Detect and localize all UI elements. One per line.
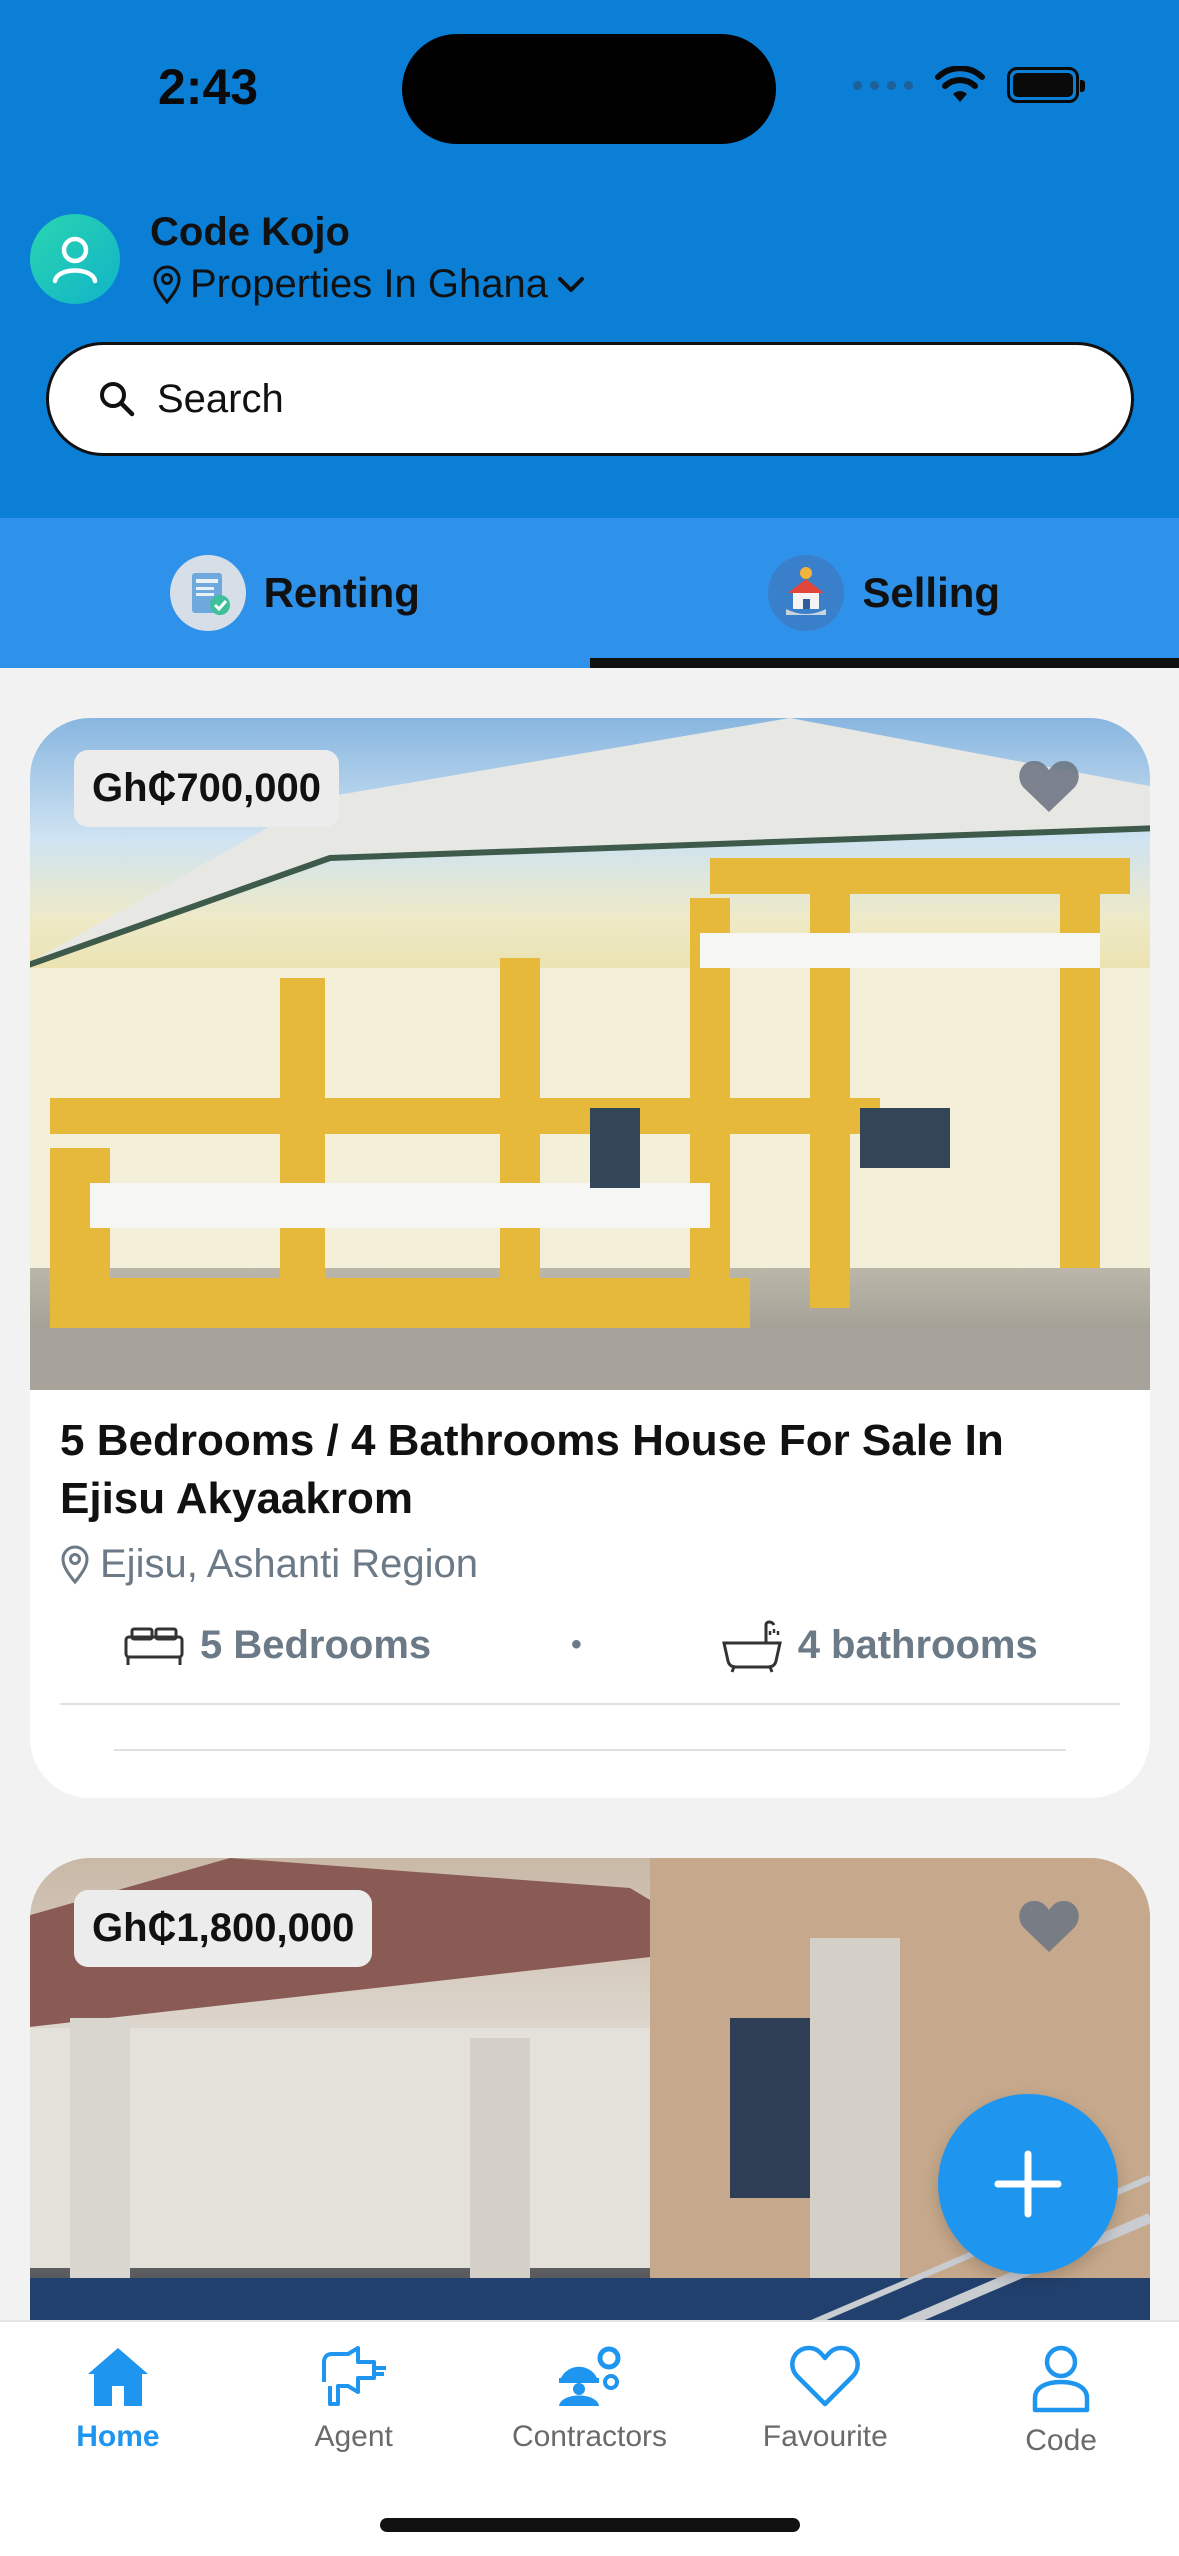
- app-header: 2:43 Code Kojo Properties In Ghana Searc…: [0, 0, 1179, 518]
- bathrooms-text: 4 bathrooms: [797, 1622, 1038, 1667]
- heart-icon[interactable]: [1018, 758, 1080, 814]
- divider: [114, 1749, 1066, 1751]
- rent-icon: [169, 555, 246, 631]
- battery-icon: [1007, 67, 1085, 103]
- heart-icon: [790, 2345, 861, 2407]
- home-icon: [87, 2348, 148, 2406]
- agent-icon: [321, 2346, 386, 2406]
- search-icon: [100, 382, 135, 417]
- nav-home-label: Home: [76, 2420, 160, 2453]
- tab-selling-label: Selling: [862, 569, 1001, 616]
- nav-home[interactable]: Home: [0, 2322, 236, 2556]
- nav-contractors-label: Contractors: [511, 2420, 668, 2453]
- price-badge: Gh₵1,800,000: [74, 1890, 373, 1967]
- feature-separator: •: [571, 1628, 582, 1661]
- search-input[interactable]: Search: [46, 342, 1134, 456]
- location-pin-icon: [61, 1545, 89, 1584]
- tab-selling[interactable]: Selling: [589, 518, 1179, 668]
- location-selector[interactable]: Properties In Ghana: [152, 262, 586, 307]
- selling-house-icon: [768, 555, 845, 631]
- plus-icon: [994, 2150, 1062, 2218]
- divider: [60, 1703, 1120, 1705]
- location-label: Properties In Ghana: [190, 262, 548, 306]
- bed-icon: [124, 1627, 184, 1665]
- bathrooms-feature: 4 bathrooms: [720, 1617, 1038, 1673]
- user-name: Code Kojo: [150, 210, 350, 254]
- status-time: 2:43: [158, 59, 259, 115]
- avatar[interactable]: [30, 214, 120, 304]
- dynamic-island: [402, 34, 776, 144]
- nav-agent-label: Agent: [314, 2420, 393, 2453]
- nav-profile[interactable]: Code: [943, 2322, 1179, 2556]
- contractors-icon: [559, 2346, 621, 2406]
- bedrooms-text: 5 Bedrooms: [200, 1622, 432, 1667]
- tab-renting-label: Renting: [263, 569, 420, 616]
- heart-icon[interactable]: [1018, 1898, 1080, 1954]
- chevron-down-icon: [558, 276, 584, 292]
- listing-card[interactable]: Gh₵700,000 5 Bedrooms / 4 Bathrooms Hous…: [30, 718, 1150, 1798]
- bedrooms-feature: 5 Bedrooms: [122, 1623, 431, 1668]
- search-placeholder: Search: [157, 376, 284, 421]
- location-pin-icon: [153, 265, 181, 304]
- price-badge: Gh₵700,000: [74, 750, 340, 827]
- listing-title[interactable]: 5 Bedrooms / 4 Bathrooms House For Sale …: [30, 1390, 1150, 1528]
- listing-location: Ejisu, Ashanti Region: [30, 1528, 1150, 1587]
- bathtub-icon: [721, 1620, 782, 1673]
- signal-icon: [853, 80, 913, 90]
- listing-photo[interactable]: Gh₵700,000: [30, 718, 1150, 1390]
- tab-renting[interactable]: Renting: [0, 518, 590, 668]
- listing-type-tabs: Renting Selling: [0, 518, 1179, 668]
- listing-location-text: Ejisu, Ashanti Region: [100, 1542, 479, 1586]
- add-listing-button[interactable]: [938, 2094, 1118, 2274]
- nav-profile-label: Code: [1025, 2424, 1097, 2457]
- home-indicator: [380, 2518, 800, 2532]
- listing-features: 5 Bedrooms • 4 bathrooms: [30, 1587, 1150, 1673]
- profile-icon: [1032, 2345, 1090, 2413]
- nav-favourite-label: Favourite: [762, 2420, 888, 2453]
- wifi-icon: [935, 66, 985, 102]
- user-icon: [52, 236, 98, 284]
- status-icons: [853, 66, 1085, 104]
